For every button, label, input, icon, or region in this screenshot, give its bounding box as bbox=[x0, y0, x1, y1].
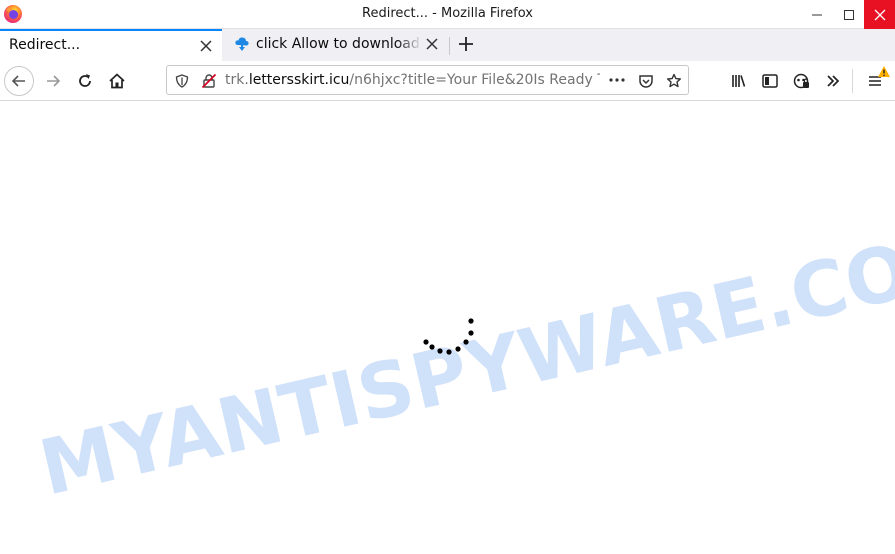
reload-button[interactable] bbox=[70, 66, 100, 96]
toolbar-separator bbox=[852, 69, 853, 93]
loading-spinner bbox=[423, 318, 474, 355]
tab-label: click Allow to download your file bbox=[256, 36, 422, 52]
warning-icon bbox=[878, 66, 890, 77]
reload-icon bbox=[79, 74, 91, 87]
close-window-button[interactable] bbox=[864, 0, 895, 29]
back-button[interactable] bbox=[4, 66, 34, 96]
tab-redirect[interactable]: Redirect... bbox=[0, 29, 222, 61]
page-content: MYANTISPYWARE.COM bbox=[0, 101, 895, 554]
navigation-toolbar: trk.lettersskirt.icu/n6hjxc?title=Your F… bbox=[0, 61, 895, 101]
new-tab-button[interactable] bbox=[455, 33, 477, 55]
lock-face-icon bbox=[793, 73, 809, 89]
tracking-protection-button[interactable] bbox=[173, 72, 191, 90]
more-horizontal-icon bbox=[609, 78, 625, 82]
url-host-prefix: trk. bbox=[225, 72, 249, 88]
close-icon bbox=[874, 9, 885, 20]
library-button[interactable] bbox=[724, 66, 754, 96]
home-button[interactable] bbox=[102, 66, 132, 96]
url-host: lettersskirt.icu bbox=[248, 72, 350, 88]
window-title: Redirect... - Mozilla Firefox bbox=[362, 6, 533, 21]
home-icon bbox=[109, 73, 125, 89]
site-identity-button[interactable] bbox=[200, 72, 218, 90]
tab-click-allow[interactable]: click Allow to download your file bbox=[226, 29, 448, 61]
url-text[interactable]: trk.lettersskirt.icu/n6hjxc?title=Your F… bbox=[225, 72, 600, 88]
url-bar[interactable]: trk.lettersskirt.icu/n6hjxc?title=Your F… bbox=[166, 65, 689, 95]
pocket-icon bbox=[639, 75, 653, 88]
minimize-icon bbox=[812, 14, 822, 15]
arrow-left-icon bbox=[11, 75, 25, 87]
star-icon bbox=[667, 73, 681, 88]
overflow-menu-button[interactable] bbox=[818, 66, 848, 96]
title-bar: Redirect... - Mozilla Firefox bbox=[0, 0, 895, 29]
tab-separator bbox=[449, 37, 450, 55]
bookmark-star-button[interactable] bbox=[665, 72, 683, 90]
insecure-lock-icon bbox=[201, 73, 217, 89]
tab-bar: Redirect... click Allow to download your… bbox=[0, 29, 895, 61]
chevron-double-right-icon bbox=[827, 75, 840, 87]
close-tab-icon[interactable] bbox=[198, 38, 214, 54]
tab-label: Redirect... bbox=[9, 37, 81, 53]
monitor-button[interactable] bbox=[787, 66, 817, 96]
close-tab-icon[interactable] bbox=[424, 36, 440, 52]
save-to-pocket-button[interactable] bbox=[637, 72, 655, 90]
cloud-download-icon bbox=[235, 37, 249, 51]
forward-button[interactable] bbox=[38, 66, 68, 96]
url-path: /n6hjxc?title=Your File&20Is Ready To Do… bbox=[349, 72, 600, 88]
arrow-right-icon bbox=[47, 75, 61, 87]
maximize-button[interactable] bbox=[832, 0, 866, 29]
shield-icon bbox=[175, 74, 189, 88]
library-icon bbox=[732, 75, 746, 87]
maximize-icon bbox=[844, 9, 854, 20]
plus-icon bbox=[459, 37, 473, 51]
page-actions-button[interactable] bbox=[608, 70, 626, 92]
sidebar-button[interactable] bbox=[755, 66, 785, 96]
sidebar-icon bbox=[762, 74, 778, 88]
minimize-button[interactable] bbox=[800, 0, 834, 29]
